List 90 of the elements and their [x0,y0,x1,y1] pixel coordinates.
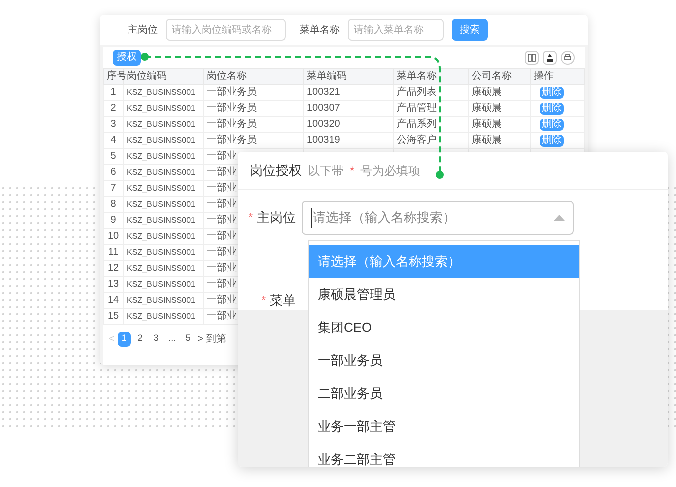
grid-icon[interactable] [525,50,539,64]
table-cell: 一部业务员 [207,119,257,130]
table-cell: 5 [110,151,116,162]
table-cell: 一部业 [207,183,237,194]
column-header: 菜单编码 [304,68,394,84]
required-mark: * [248,210,253,226]
table-cell: KSZ_BUSINSS001 [127,200,196,209]
table-cell: 一部业 [207,231,237,242]
table-cell: KSZ_BUSINSS001 [127,136,196,145]
table-cell: 4 [110,135,116,146]
export-icon[interactable] [543,50,557,64]
dropdown-option[interactable]: 业务一部主管 [309,410,579,443]
dropdown-option[interactable]: 一部业务员 [309,344,579,377]
table-cell: 9 [110,215,116,226]
required-mark: * [350,162,355,180]
table-cell: KSZ_BUSINSS001 [127,280,196,289]
column-header: 操作 [530,68,584,84]
table-cell: 康硕晨 [472,87,502,98]
table-cell: 一部业 [207,263,237,274]
dropdown-option[interactable]: 业务二部主管 [309,443,579,467]
table-cell: 产品管理 [397,103,437,114]
table-cell: 7 [110,183,116,194]
table-cell: KSZ_BUSINSS001 [127,152,196,161]
page-button[interactable]: 2 [134,332,147,346]
table-cell: 产品列表 [397,87,437,98]
next-page-button[interactable]: > [198,332,204,346]
table-cell: 100319 [307,135,340,146]
table-cell: 康硕晨 [472,103,502,114]
table-cell: 14 [108,295,120,306]
field-label: 菜单 [270,292,296,310]
table-cell: KSZ_BUSINSS001 [127,184,196,193]
hint-text: 以下带 [308,162,344,180]
table-cell: 一部业 [207,295,237,306]
page-button[interactable]: ... [166,332,179,346]
page-button[interactable]: 5 [182,332,195,346]
table-cell: 一部业 [207,311,237,322]
table-cell: 公海客户 [397,135,437,146]
hint-text: 号为必填项 [360,162,421,180]
table-cell: 康硕晨 [472,135,502,146]
text-field[interactable]: 请输入菜单名称 [348,19,444,41]
table-cell: KSZ_BUSINSS001 [127,232,196,241]
table-cell: KSZ_BUSINSS001 [127,264,196,273]
table-cell: 10 [108,231,120,242]
table-cell: 一部业 [207,247,237,258]
table-cell: 13 [108,279,120,290]
table-cell: KSZ_BUSINSS001 [127,120,196,129]
print-icon[interactable] [561,50,575,64]
table-cell: 100320 [307,119,340,130]
dialog-title: 岗位授权 [250,162,302,180]
table-cell: KSZ_BUSINSS001 [127,296,196,305]
table-cell: 一部业 [207,279,237,290]
required-mark: * [262,294,266,309]
table-cell: 康硕晨 [472,119,502,130]
dropdown-option[interactable]: 二部业务员 [309,377,579,410]
table-cell: 一部业务员 [207,135,257,146]
table-cell: 3 [110,119,116,130]
table-cell: 11 [108,247,119,258]
page-button[interactable]: 3 [150,332,163,346]
text-field[interactable]: 请输入岗位编码或名称 [166,19,286,41]
table-cell: KSZ_BUSINSS001 [127,168,196,177]
table-cell: KSZ_BUSINSS001 [127,216,196,225]
table-cell: KSZ_BUSINSS001 [127,312,196,321]
table-cell: 2 [110,103,116,114]
table-cell: 一部业 [207,151,237,162]
table-cell: 15 [108,311,120,322]
table-cell: 1 [110,87,116,98]
table-cell: 12 [108,263,120,274]
table-cell: 100307 [307,103,340,114]
column-header: 菜单名称 [394,68,468,84]
table-cell: 一部业务员 [207,103,257,114]
table-cell: 一部业 [207,199,237,210]
select-field[interactable]: 请选择（输入名称搜索） [302,201,574,235]
field-label: 主岗位 [128,24,158,38]
table-cell: KSZ_BUSINSS001 [127,88,196,97]
field-label: 菜单名称 [300,24,340,38]
table-cell: 100321 [307,87,340,98]
table-cell: 一部业 [207,215,237,226]
table-cell: 6 [110,167,116,178]
dropdown-option[interactable]: 康硕晨管理员 [309,278,579,311]
column-header: 公司名称 [468,68,530,84]
table-cell: 产品系列 [397,119,437,130]
column-header: 岗位名称 [204,68,304,84]
table-cell: KSZ_BUSINSS001 [127,104,196,113]
table-cell: KSZ_BUSINSS001 [127,248,196,257]
field-label: 主岗位 [257,209,296,228]
dropdown-option[interactable]: 集团CEO [309,311,579,344]
table-cell: 8 [110,199,116,210]
table-cell: 一部业务员 [207,87,257,98]
goto-label: 到第 [206,332,227,346]
table-cell: 一部业 [207,167,237,178]
